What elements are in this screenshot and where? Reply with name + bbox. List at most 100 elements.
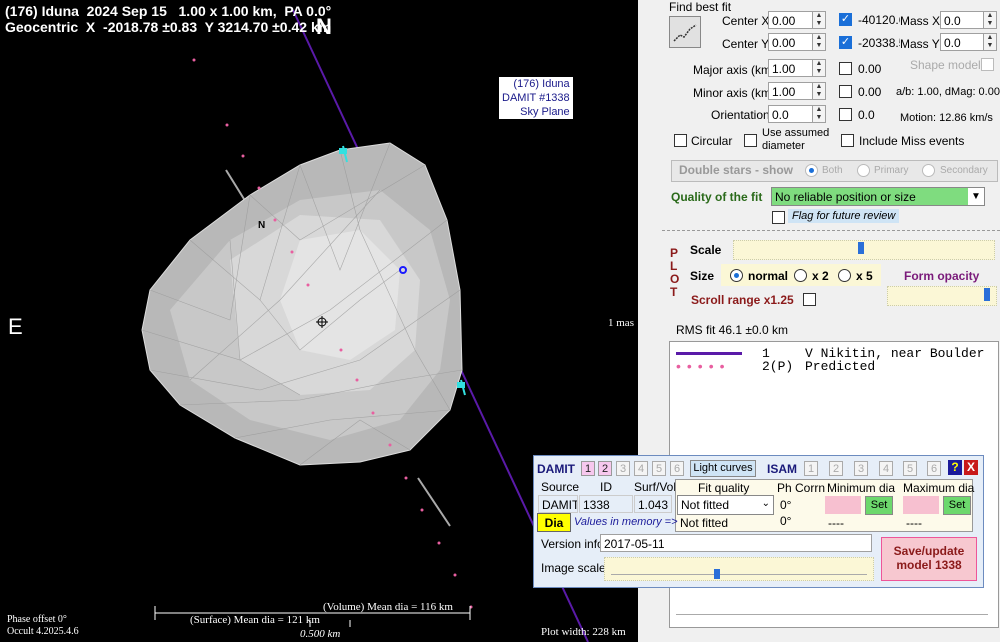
center-y-input[interactable]: 0.00 — [768, 33, 814, 51]
opacity-slider[interactable] — [887, 286, 997, 306]
damit-model-2[interactable]: 2 — [598, 461, 612, 476]
min-dia-input[interactable] — [825, 496, 861, 514]
motion-label: Motion: 12.86 km/s — [900, 112, 993, 124]
mass-x-label: Mass X — [900, 14, 941, 28]
isam-title: ISAM — [767, 462, 797, 476]
scroll-range-checkbox[interactable] — [803, 293, 816, 306]
plot-title-line2: Geocentric X -2018.78 ±0.83 Y 3214.70 ±0… — [5, 19, 332, 35]
isam-model-6[interactable]: 6 — [927, 461, 941, 476]
min-dia-memory: ---- — [828, 516, 844, 530]
isam-model-5[interactable]: 5 — [903, 461, 917, 476]
center-x-input[interactable]: 0.00 — [768, 11, 814, 29]
dia-button[interactable]: Dia — [537, 513, 571, 532]
version-info-input[interactable]: 2017-05-11 — [600, 534, 872, 552]
km-scale-label: 0.500 km — [300, 628, 341, 640]
fit-quality-memory: Not fitted — [680, 516, 729, 530]
center-x-spinner[interactable]: ▲ ▼ — [812, 11, 826, 29]
isam-model-4[interactable]: 4 — [879, 461, 893, 476]
damit-model-5[interactable]: 5 — [652, 461, 666, 476]
isam-model-2[interactable]: 2 — [829, 461, 843, 476]
flag-review-checkbox[interactable] — [772, 211, 785, 224]
quality-dropdown[interactable]: No reliable position or size ▼ — [771, 187, 985, 206]
use-assumed-checkbox[interactable] — [744, 134, 757, 147]
damit-model-3[interactable]: 3 — [616, 461, 630, 476]
major-axis-spinner[interactable]: ▲ ▼ — [812, 59, 826, 77]
legend-dots-2: ••••• — [676, 358, 731, 374]
size-x2-radio[interactable] — [794, 269, 807, 282]
scale-slider[interactable] — [733, 240, 995, 260]
center-x-checkbox[interactable]: ✓ — [839, 13, 852, 26]
major-axis-label: Major axis (km) — [693, 63, 776, 77]
secondary-label: Secondary — [940, 165, 988, 176]
size-normal-radio[interactable] — [730, 269, 743, 282]
orientation-input[interactable]: 0.0 — [768, 105, 814, 123]
id-value: 1338 — [579, 495, 633, 513]
ph-corrn-label: Ph Corrn — [777, 481, 826, 495]
both-radio[interactable] — [805, 164, 818, 177]
secondary-radio[interactable] — [922, 164, 935, 177]
opacity-slider-thumb[interactable] — [984, 288, 990, 301]
version-info-label: Version info — [541, 537, 604, 551]
damit-model-6[interactable]: 6 — [670, 461, 684, 476]
diameter-label: diameter — [762, 140, 805, 152]
legend-divider — [676, 614, 988, 615]
save-update-button[interactable]: Save/update model 1338 — [881, 537, 977, 581]
circular-checkbox[interactable] — [674, 134, 687, 147]
mass-y-spinner[interactable]: ▲ ▼ — [983, 33, 997, 51]
save-update-line2: model 1338 — [896, 558, 962, 572]
center-y-checkbox[interactable]: ✓ — [839, 36, 852, 49]
max-dia-set-button[interactable]: Set — [943, 496, 971, 515]
legend-num-2: 2(P) — [762, 359, 794, 374]
primary-radio[interactable] — [857, 164, 870, 177]
min-dia-set-button[interactable]: Set — [865, 496, 893, 515]
include-miss-label: Include Miss events — [859, 134, 965, 148]
major-axis-checkbox[interactable] — [839, 62, 852, 75]
major-axis-input[interactable]: 1.00 — [768, 59, 814, 77]
isam-model-1[interactable]: 1 — [804, 461, 818, 476]
mass-y-label: Mass Y — [900, 37, 940, 51]
image-scale-slider[interactable] — [604, 557, 874, 581]
max-dia-input[interactable] — [903, 496, 939, 514]
find-best-fit-button[interactable] — [669, 16, 701, 48]
mass-x-spinner[interactable]: ▲ ▼ — [983, 11, 997, 29]
include-miss-checkbox[interactable] — [841, 134, 854, 147]
damit-panel: DAMIT 1 2 3 4 5 6 Light curves ISAM 1 2 … — [533, 455, 984, 588]
orientation-spinner[interactable]: ▲ ▼ — [812, 105, 826, 123]
fit-chart-icon — [673, 24, 697, 42]
minor-axis-spinner[interactable]: ▲ ▼ — [812, 82, 826, 100]
orientation-label: Orientation — [711, 108, 770, 122]
chord-marker-2 — [457, 379, 466, 396]
help-button[interactable]: ? — [948, 460, 962, 475]
size-normal-label: normal — [748, 269, 789, 283]
size-x5-radio[interactable] — [838, 269, 851, 282]
image-scale-thumb[interactable] — [713, 569, 720, 579]
size-label: Size — [690, 269, 715, 283]
image-scale-track — [611, 574, 867, 575]
isam-model-3[interactable]: 3 — [854, 461, 868, 476]
minor-axis-input[interactable]: 1.00 — [768, 82, 814, 100]
light-curves-button[interactable]: Light curves — [690, 460, 756, 477]
form-opacity-label: Form opacity — [904, 269, 980, 283]
source-label: Source — [541, 480, 580, 494]
size-x2-label: x 2 — [812, 269, 829, 283]
mass-x-input[interactable]: 0.0 — [940, 11, 984, 29]
id-label: ID — [600, 480, 612, 494]
ab-dmag-label: a/b: 1.00, dMag: 0.00 — [896, 86, 1000, 98]
ph-corrn-memory: 0° — [780, 514, 792, 528]
fit-quality-dropdown[interactable]: Not fitted ⌄ — [677, 495, 774, 515]
damit-model-1[interactable]: 1 — [581, 461, 595, 476]
scale-slider-thumb[interactable] — [858, 242, 864, 254]
minor-axis-checkbox[interactable] — [839, 85, 852, 98]
mas-scale-label: 1 mas — [608, 317, 634, 329]
close-button[interactable]: X — [964, 460, 978, 475]
orientation-checkbox[interactable] — [839, 108, 852, 121]
info-box: (176) Iduna DAMIT #1338 Sky Plane — [499, 77, 573, 119]
plot-letter-t: T — [670, 285, 678, 299]
legend-line-1 — [676, 352, 742, 355]
center-y-spinner[interactable]: ▲ ▼ — [812, 33, 826, 51]
mass-y-input[interactable]: 0.0 — [940, 33, 984, 51]
shape-model-checkbox[interactable] — [981, 58, 994, 71]
damit-model-4[interactable]: 4 — [634, 461, 648, 476]
use-assumed-label: Use assumed — [762, 127, 830, 139]
major-axis-chk-value: 0.00 — [858, 62, 882, 76]
